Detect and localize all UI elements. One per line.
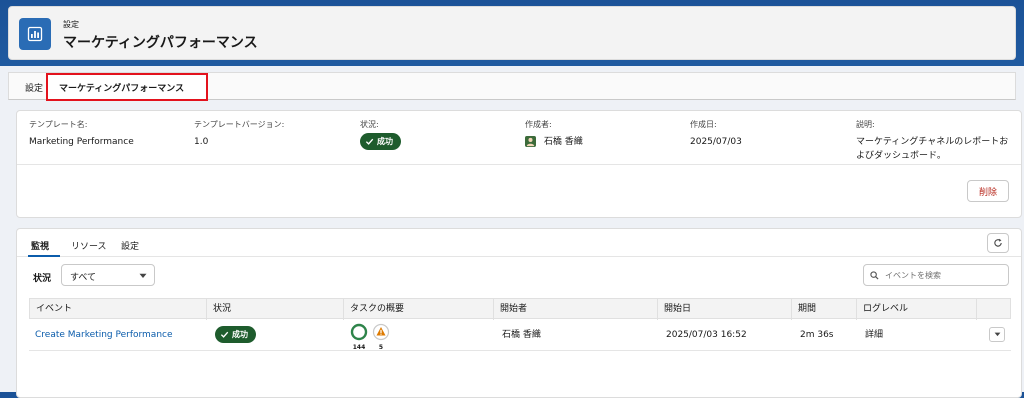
table-row: Create Marketing Performance 成功 144 5 石橋…: [29, 319, 1011, 351]
column-task-summary[interactable]: タスクの概要: [343, 299, 493, 320]
divider: [17, 164, 1021, 165]
field-description: 説明: マーケティングチャネルのレポートお よびダッシュボード。: [856, 119, 1008, 163]
field-created-by: 作成者: 石橋 香織: [525, 119, 583, 149]
row-actions-button[interactable]: [989, 327, 1005, 342]
column-started-by[interactable]: 開始者: [493, 299, 657, 320]
monitor-card: 監視 リソース 設定 状況 すべて イベント 状況 タスクの概要 開始者 開始日…: [16, 228, 1022, 398]
description-line-1: マーケティングチャネルのレポートお: [856, 137, 1009, 147]
tab-strip: 設定 マーケティングパフォーマンス: [8, 72, 1016, 101]
template-name-value: Marketing Performance: [29, 137, 134, 147]
field-created-date: 作成日: 2025/07/03: [690, 119, 742, 149]
tab-marketing-performance[interactable]: マーケティングパフォーマンス: [59, 81, 184, 94]
task-warning-indicator[interactable]: 5: [370, 323, 392, 351]
status-label: 状況:: [360, 120, 379, 129]
table-header: イベント 状況 タスクの概要 開始者 開始日 期間 ログレベル: [29, 298, 1011, 320]
tab-monitor[interactable]: 監視: [31, 239, 49, 252]
page-title: マーケティングパフォーマンス: [63, 35, 258, 51]
log-level-value: 詳細: [865, 330, 884, 340]
created-date-value: 2025/07/03: [690, 137, 742, 147]
chevron-down-icon: [139, 273, 147, 278]
created-date-label: 作成日:: [690, 120, 717, 129]
task-warning-count: 5: [378, 344, 384, 351]
field-template-name: テンプレート名: Marketing Performance: [29, 119, 134, 149]
template-name-label: テンプレート名:: [29, 120, 88, 129]
column-status[interactable]: 状況: [206, 299, 343, 320]
user-avatar-icon: [525, 136, 536, 147]
row-status-text: 成功: [232, 329, 248, 339]
tab-monitor-settings[interactable]: 設定: [121, 239, 139, 252]
task-success-count: 144: [352, 344, 366, 351]
check-icon: [365, 138, 374, 145]
refresh-button[interactable]: [987, 233, 1009, 253]
tab-resources[interactable]: リソース: [71, 239, 107, 252]
description-label: 説明:: [856, 120, 875, 129]
event-search[interactable]: [863, 264, 1009, 286]
delete-button[interactable]: 削除: [967, 180, 1009, 202]
breadcrumb[interactable]: 設定: [63, 19, 79, 30]
success-ring-icon: [350, 323, 368, 341]
event-link[interactable]: Create Marketing Performance: [29, 319, 173, 351]
template-version-value: 1.0: [194, 137, 209, 147]
page-header: 設定 マーケティングパフォーマンス: [8, 6, 1016, 60]
column-duration[interactable]: 期間: [791, 299, 856, 320]
start-date-value: 2025/07/03 16:52: [666, 330, 747, 340]
event-search-input[interactable]: [883, 269, 1003, 281]
status-filter-label: 状況: [33, 274, 52, 284]
check-icon: [220, 331, 229, 338]
status-badge: 成功: [360, 133, 401, 150]
task-success-indicator[interactable]: 144: [348, 323, 370, 351]
field-status: 状況: 成功: [360, 119, 401, 151]
template-version-label: テンプレートバージョン:: [194, 120, 285, 129]
warning-icon: [372, 323, 390, 341]
row-status-badge: 成功: [215, 326, 256, 343]
chevron-down-icon: [994, 332, 1000, 337]
created-by-value[interactable]: 石橋 香織: [544, 137, 583, 147]
column-event[interactable]: イベント: [30, 299, 206, 320]
events-table: イベント 状況 タスクの概要 開始者 開始日 期間 ログレベル Create M…: [29, 298, 1011, 351]
duration-value: 2m 36s: [800, 330, 834, 340]
tab-divider: [17, 256, 1021, 257]
chart-icon: [19, 18, 51, 50]
refresh-icon: [994, 238, 1002, 247]
template-info-card: テンプレート名: Marketing Performance テンプレートバージ…: [16, 110, 1022, 218]
created-by-label: 作成者:: [525, 120, 552, 129]
column-start-date[interactable]: 開始日: [657, 299, 791, 320]
description-line-2: よびダッシュボード。: [856, 151, 946, 161]
status-badge-text: 成功: [377, 136, 393, 146]
active-tab-indicator: [28, 255, 60, 257]
status-filter-select[interactable]: すべて: [61, 264, 155, 286]
column-log-level[interactable]: ログレベル: [856, 299, 976, 320]
started-by-value[interactable]: 石橋 香織: [496, 319, 541, 351]
status-filter-value: すべて: [70, 273, 97, 283]
field-template-version: テンプレートバージョン: 1.0: [194, 119, 284, 149]
tab-settings[interactable]: 設定: [25, 81, 43, 94]
column-actions: [976, 299, 1011, 320]
search-icon: [870, 270, 879, 280]
